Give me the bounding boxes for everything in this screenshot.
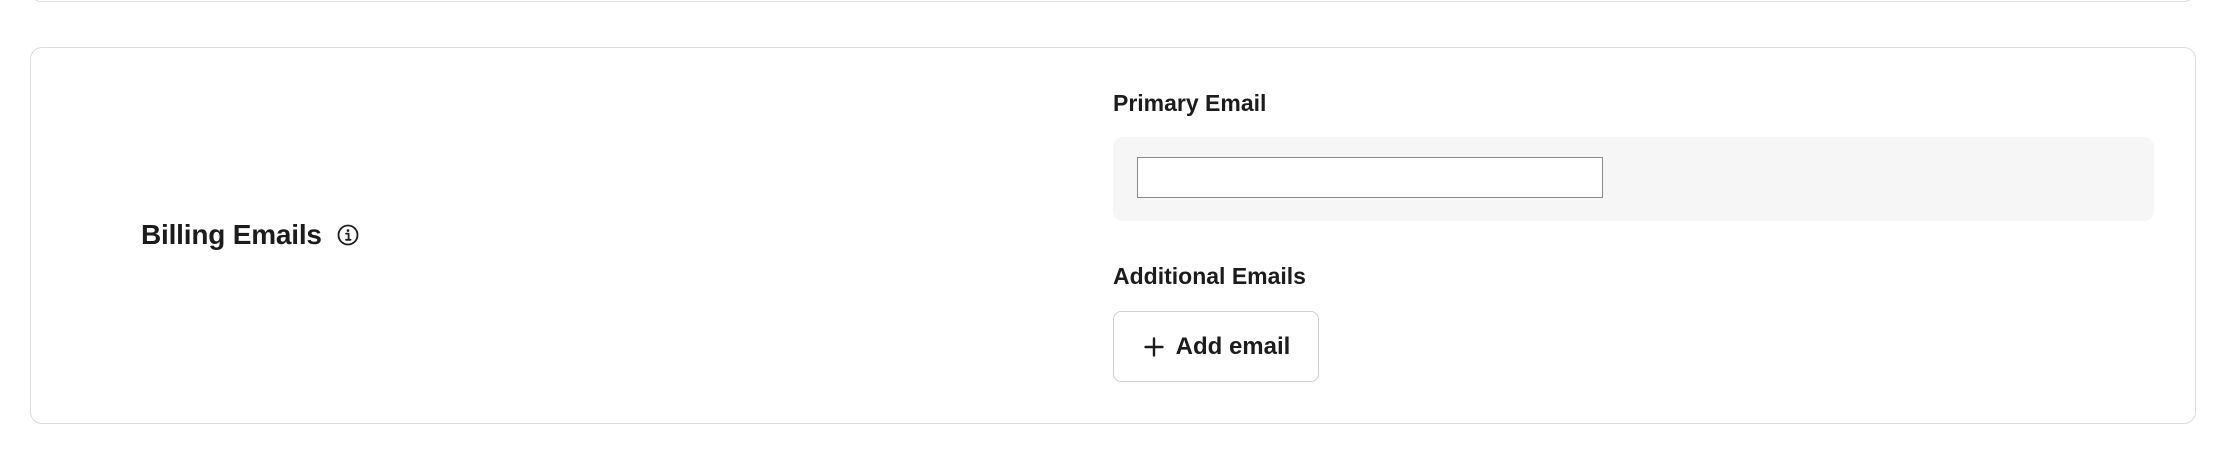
info-icon[interactable] — [336, 223, 360, 247]
additional-emails-label: Additional Emails — [1113, 263, 1306, 289]
billing-emails-card: Billing Emails Primary Email Additional … — [30, 47, 2196, 424]
add-email-button[interactable]: Add email — [1113, 311, 1319, 382]
primary-email-container — [1113, 137, 2154, 221]
add-email-label: Add email — [1175, 332, 1291, 360]
plus-icon — [1142, 335, 1166, 359]
primary-email-input[interactable] — [1137, 157, 1603, 198]
primary-email-label: Primary Email — [1113, 90, 1267, 116]
section-header: Billing Emails — [141, 219, 360, 251]
section-title: Billing Emails — [141, 219, 322, 250]
previous-card — [30, 0, 2195, 2]
